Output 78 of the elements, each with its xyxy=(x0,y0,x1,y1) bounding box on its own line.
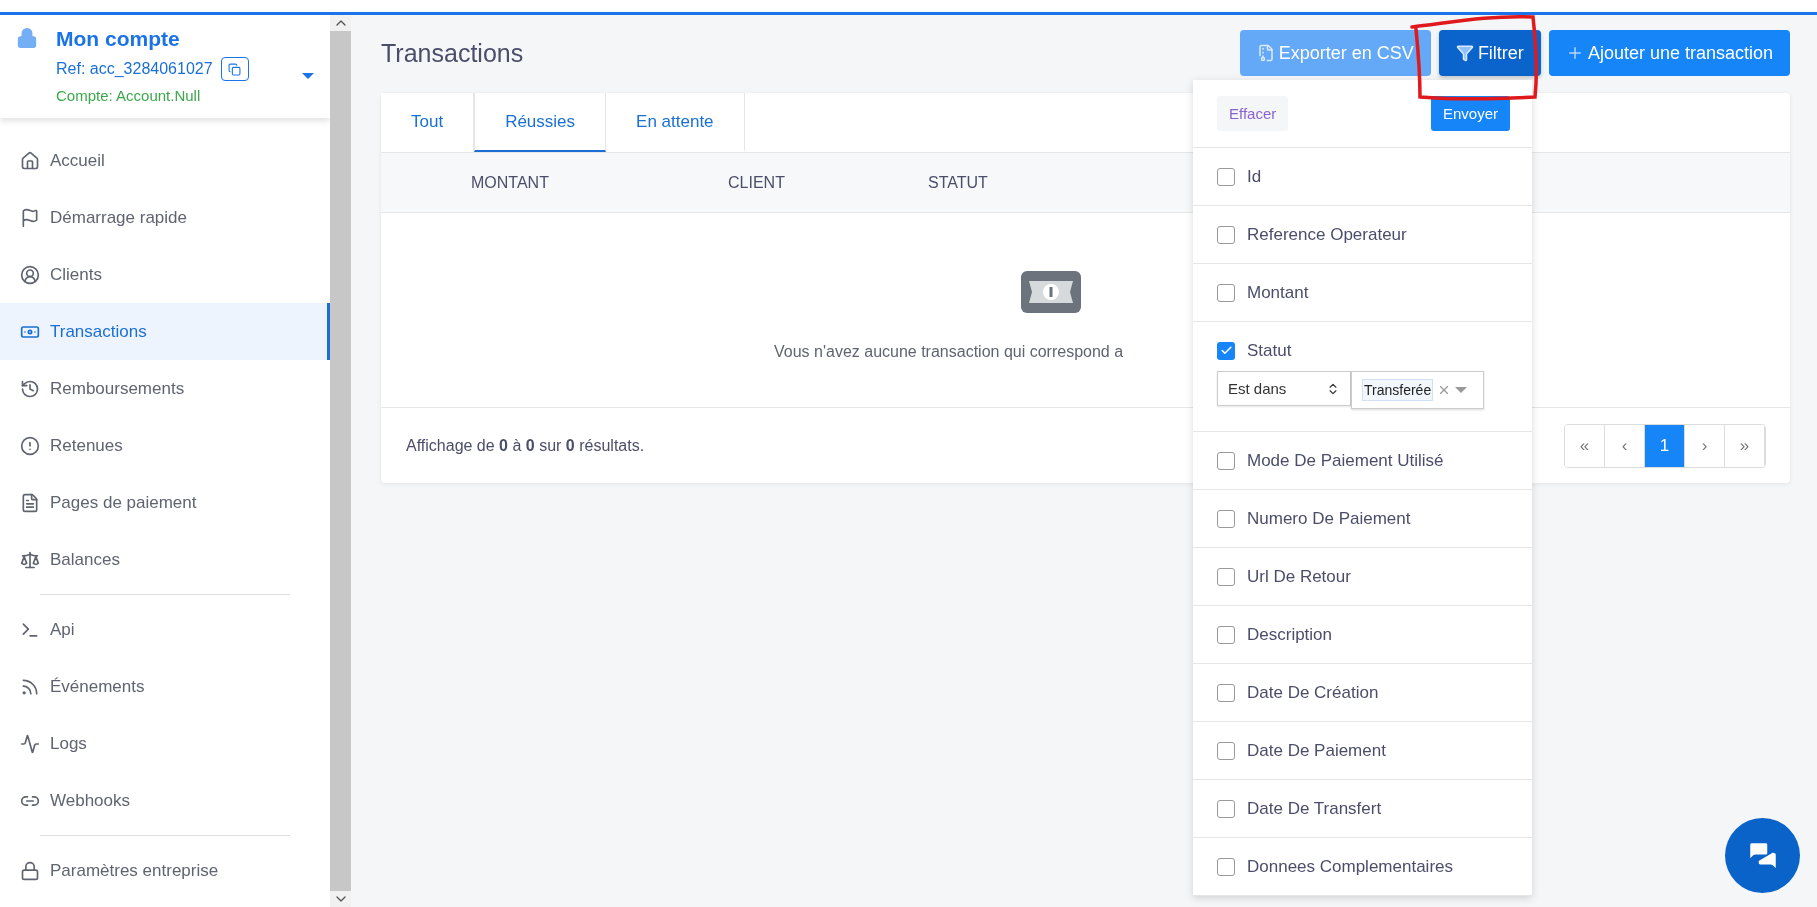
sidebar-item[interactable]: Clients xyxy=(0,246,330,303)
checkbox[interactable] xyxy=(1217,799,1235,818)
tab[interactable]: En attente xyxy=(606,93,745,152)
column-header: MONTANT xyxy=(471,173,549,192)
empty-state-message: Vous n'avez aucune transaction qui correspond a xyxy=(774,343,1124,361)
copy-icon xyxy=(228,62,242,76)
checkbox[interactable] xyxy=(1217,509,1235,528)
sidebar-item[interactable]: Événements xyxy=(0,658,330,715)
scrollbar[interactable] xyxy=(330,15,351,907)
menu-item-icon xyxy=(20,860,40,881)
account-reference: Ref: acc_3284061027 xyxy=(56,60,213,78)
clear-button[interactable]: Effacer xyxy=(1217,96,1289,131)
menu-item-icon xyxy=(20,733,40,754)
filter-field-label: Reference Operateur xyxy=(1247,224,1407,245)
sidebar-item[interactable]: Accueil xyxy=(0,132,330,189)
sidebar-item[interactable]: Retenues xyxy=(0,417,330,474)
pagination-button[interactable]: « xyxy=(1565,424,1605,467)
filter-field-label: Description xyxy=(1247,624,1333,645)
caret-icon[interactable] xyxy=(1455,387,1468,393)
filter-field-label: Montant xyxy=(1247,282,1309,303)
menu-item-icon xyxy=(20,150,40,171)
operator-select[interactable]: Est dans xyxy=(1217,371,1351,406)
menu-item-icon xyxy=(20,549,40,570)
sidebar-item[interactable]: Logs xyxy=(0,715,330,772)
banknote-icon xyxy=(1021,271,1081,313)
page-title: Transactions xyxy=(381,38,524,68)
account-header[interactable]: Mon compte Ref: acc_3284061027 Compte: Account.Null xyxy=(0,15,330,118)
sidebar-item[interactable]: Pages de paiement xyxy=(0,474,330,531)
filter-field-label: Mode De Paiement Utilisé xyxy=(1247,450,1444,471)
menu-item-icon xyxy=(20,207,40,228)
filter-field-label: Date De Paiement xyxy=(1247,740,1386,761)
results-summary: Affichage de 0 à 0 sur 0 résultats. xyxy=(406,436,645,455)
tab[interactable]: Tout xyxy=(381,93,475,152)
filter-field-label: Date De Transfert xyxy=(1247,798,1382,819)
checkbox[interactable] xyxy=(1217,167,1235,186)
sidebar-item[interactable]: Paramètres entreprise xyxy=(0,842,330,899)
value-multiselect[interactable]: Transferée xyxy=(1351,371,1484,409)
checkbox[interactable] xyxy=(1217,341,1235,360)
sidebar-item[interactable]: Remboursements xyxy=(0,360,330,417)
menu-item-icon xyxy=(20,435,40,456)
funnel-icon xyxy=(1455,44,1474,62)
checkbox[interactable] xyxy=(1217,225,1235,244)
tab[interactable]: Réussies xyxy=(474,93,607,152)
sidebar-item[interactable]: Api xyxy=(0,601,330,658)
filter-field-label: Donnees Complementaires xyxy=(1247,856,1453,877)
sidebar-item[interactable]: Transactions xyxy=(0,303,330,360)
checkbox[interactable] xyxy=(1217,451,1235,470)
checkbox[interactable] xyxy=(1217,283,1235,302)
send-button[interactable]: Envoyer xyxy=(1430,96,1510,131)
copy-button[interactable] xyxy=(220,57,249,81)
column-header: CLIENT xyxy=(728,173,785,192)
menu-item-icon xyxy=(20,378,40,399)
value-tag: Transferée xyxy=(1362,379,1434,401)
filter-button[interactable]: Filtrer xyxy=(1438,30,1541,76)
file-icon xyxy=(1256,44,1275,62)
filter-field-label: Date De Création xyxy=(1247,682,1379,703)
filter-field-label: Statut xyxy=(1247,340,1292,361)
column-header: STATUT xyxy=(928,173,988,192)
sidebar-item[interactable]: Balances xyxy=(0,531,330,588)
add-button[interactable]: Ajouter une transaction xyxy=(1548,30,1790,76)
check-icon xyxy=(1219,344,1233,357)
sidebar-item[interactable]: Démarrage rapide xyxy=(0,189,330,246)
filter-field-label: Id xyxy=(1247,166,1262,187)
checkbox[interactable] xyxy=(1217,625,1235,644)
account-title: Mon compte xyxy=(56,27,181,51)
lock-icon xyxy=(16,27,38,49)
account-name: Compte: Account.Null xyxy=(56,87,202,104)
checkbox[interactable] xyxy=(1217,567,1235,586)
sidebar-item[interactable]: Webhooks xyxy=(0,772,330,829)
checkbox[interactable] xyxy=(1217,683,1235,702)
dropdown-caret-icon[interactable] xyxy=(302,73,314,79)
filter-field-label: Url De Retour xyxy=(1247,566,1351,587)
filter-field-label: Numero De Paiement xyxy=(1247,508,1411,529)
checkbox[interactable] xyxy=(1217,857,1235,876)
menu-item-icon xyxy=(20,492,40,513)
menu-item-icon xyxy=(20,264,40,285)
checkbox[interactable] xyxy=(1217,741,1235,760)
pagination-button[interactable]: 1 xyxy=(1645,424,1685,467)
